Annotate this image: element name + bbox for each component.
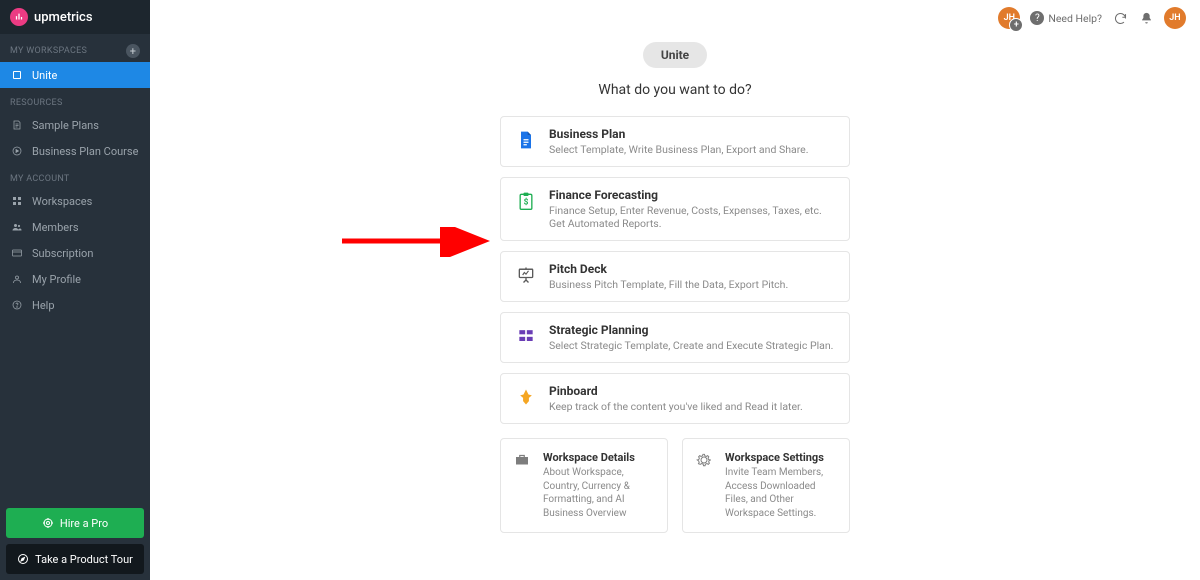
sidebar-item-sample-plans[interactable]: Sample Plans	[0, 112, 150, 138]
presentation-icon	[515, 264, 537, 286]
grid-icon	[10, 194, 24, 208]
option-title: Finance Forecasting	[549, 188, 835, 202]
product-tour-button[interactable]: Take a Product Tour	[6, 544, 144, 574]
play-circle-icon	[10, 144, 24, 158]
page-prompt: What do you want to do?	[150, 82, 1200, 98]
option-desc: Select Strategic Template, Create and Ex…	[549, 339, 833, 352]
svg-text:$: $	[524, 196, 529, 207]
strategy-icon	[515, 325, 537, 347]
sidebar-header-workspaces: MY WORKSPACES +	[0, 34, 150, 62]
target-icon	[42, 517, 54, 529]
clipboard-dollar-icon: $	[515, 190, 537, 212]
option-desc: Keep track of the content you've liked a…	[549, 400, 803, 413]
pin-icon	[515, 386, 537, 408]
option-list: Business Plan Select Template, Write Bus…	[500, 116, 850, 424]
topbar: JH ? Need Help? JH	[150, 0, 1200, 36]
sidebar-header-account: MY ACCOUNT	[0, 164, 150, 188]
compass-icon	[17, 553, 29, 565]
folder-icon	[10, 68, 24, 82]
need-help-button[interactable]: ? Need Help?	[1030, 11, 1102, 25]
option-title: Strategic Planning	[549, 323, 833, 337]
sidebar-item-help[interactable]: Help	[0, 292, 150, 318]
invite-avatar[interactable]: JH	[998, 7, 1020, 29]
option-title: Pinboard	[549, 384, 803, 398]
option-pinboard[interactable]: Pinboard Keep track of the content you'v…	[500, 373, 850, 424]
option-desc: Select Template, Write Business Plan, Ex…	[549, 143, 809, 156]
card-workspace-details[interactable]: Workspace Details About Workspace, Count…	[500, 438, 668, 533]
card-desc: Invite Team Members, Access Downloaded F…	[725, 466, 837, 520]
briefcase-icon	[513, 451, 533, 471]
card-desc: About Workspace, Country, Currency & For…	[543, 466, 655, 520]
card-title: Workspace Details	[543, 451, 655, 464]
sidebar-item-unite[interactable]: Unite	[0, 62, 150, 88]
sidebar-item-workspaces[interactable]: Workspaces	[0, 188, 150, 214]
user-avatar[interactable]: JH	[1164, 7, 1186, 29]
option-strategic-planning[interactable]: Strategic Planning Select Strategic Temp…	[500, 312, 850, 363]
document-icon	[515, 129, 537, 151]
document-stack-icon	[10, 118, 24, 132]
option-desc: Business Pitch Template, Fill the Data, …	[549, 278, 788, 291]
card-workspace-settings[interactable]: Workspace Settings Invite Team Members, …	[682, 438, 850, 533]
bell-icon[interactable]	[1138, 10, 1154, 26]
workspace-card-row: Workspace Details About Workspace, Count…	[500, 438, 850, 533]
brand-name: upmetrics	[34, 10, 93, 25]
user-icon	[10, 272, 24, 286]
card-title: Workspace Settings	[725, 451, 837, 464]
sidebar-header-resources: RESOURCES	[0, 88, 150, 112]
add-workspace-icon[interactable]: +	[126, 44, 140, 58]
option-business-plan[interactable]: Business Plan Select Template, Write Bus…	[500, 116, 850, 167]
sidebar-item-members[interactable]: Members	[0, 214, 150, 240]
option-title: Pitch Deck	[549, 262, 788, 276]
card-icon	[10, 246, 24, 260]
brand[interactable]: upmetrics	[0, 0, 150, 34]
sidebar-item-subscription[interactable]: Subscription	[0, 240, 150, 266]
option-finance-forecasting[interactable]: $ Finance Forecasting Finance Setup, Ent…	[500, 177, 850, 241]
sidebar-item-profile[interactable]: My Profile	[0, 266, 150, 292]
question-icon: ?	[1030, 11, 1044, 25]
workspace-pill: Unite	[643, 42, 707, 68]
option-title: Business Plan	[549, 127, 809, 141]
gear-icon	[695, 451, 715, 471]
sidebar-item-course[interactable]: Business Plan Course	[0, 138, 150, 164]
brand-logo-icon	[10, 8, 28, 26]
refresh-icon[interactable]	[1112, 10, 1128, 26]
option-desc: Finance Setup, Enter Revenue, Costs, Exp…	[549, 204, 835, 230]
hire-pro-button[interactable]: Hire a Pro	[6, 508, 144, 538]
option-pitch-deck[interactable]: Pitch Deck Business Pitch Template, Fill…	[500, 251, 850, 302]
people-icon	[10, 220, 24, 234]
help-circle-icon	[10, 298, 24, 312]
sidebar-bottom: Hire a Pro Take a Product Tour	[0, 502, 150, 580]
main-content: Unite What do you want to do? Business P…	[150, 36, 1200, 580]
sidebar: upmetrics MY WORKSPACES + Unite RESOURCE…	[0, 0, 150, 580]
